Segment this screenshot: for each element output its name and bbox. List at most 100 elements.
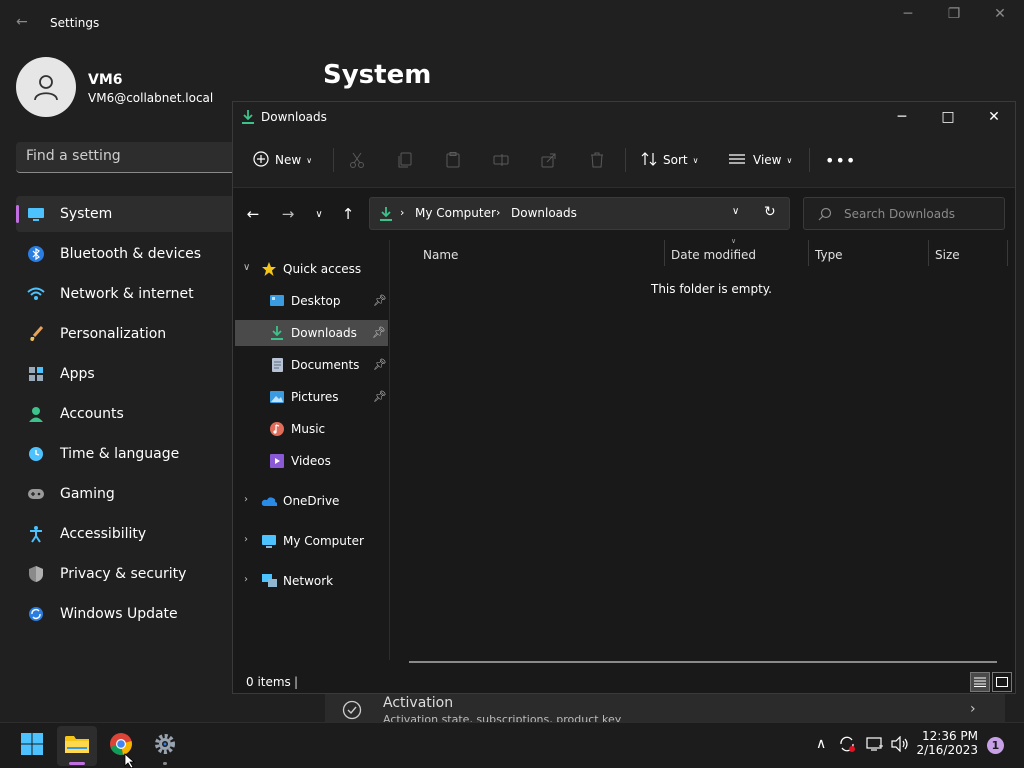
pin-icon[interactable]: 📌︎	[373, 294, 387, 307]
new-button[interactable]: New ∨	[253, 146, 312, 174]
empty-folder-message: This folder is empty.	[651, 282, 772, 296]
tree-item-desktop[interactable]: Desktop 📌︎	[269, 288, 389, 314]
nav-item-personalization[interactable]: Personalization	[16, 316, 236, 352]
pin-icon[interactable]: 📌︎	[373, 390, 387, 403]
copy-icon[interactable]	[397, 146, 413, 174]
tree-item-pictures[interactable]: Pictures 📌︎	[269, 384, 389, 410]
chevron-right-icon[interactable]: ›	[970, 701, 976, 717]
nav-item-windows-update[interactable]: Windows Update	[16, 596, 236, 632]
tree-item-documents[interactable]: Documents 📌︎	[269, 352, 389, 378]
minimize-icon[interactable]: ─	[886, 6, 930, 22]
details-view-icon[interactable]	[970, 672, 990, 692]
delete-icon[interactable]	[589, 146, 605, 174]
nav-label: Windows Update	[60, 606, 178, 622]
tree-item-downloads[interactable]: Downloads 📌︎	[235, 320, 388, 346]
nav-label: Network & internet	[60, 286, 194, 302]
column-header-size[interactable]: Size	[935, 248, 960, 262]
nav-label: Time & language	[60, 446, 180, 462]
chevron-right-icon[interactable]: ›	[244, 494, 248, 505]
folder-icon	[64, 733, 90, 759]
notification-badge[interactable]: 1	[987, 737, 1004, 754]
breadcrumb-downloads[interactable]: Downloads	[511, 206, 577, 220]
tree-item-my-computer[interactable]: My Computer	[261, 528, 364, 554]
running-indicator	[163, 762, 167, 765]
back-arrow-icon[interactable]: ←	[16, 14, 28, 30]
share-icon[interactable]	[541, 146, 557, 174]
tree-item-onedrive[interactable]: OneDrive	[261, 488, 339, 514]
nav-item-system[interactable]: System	[16, 196, 236, 232]
tree-item-quick-access[interactable]: Quick access	[261, 256, 361, 282]
view-button[interactable]: View ∨	[729, 146, 792, 174]
find-setting-input[interactable]: Find a setting	[16, 142, 246, 173]
nav-item-bluetooth[interactable]: Bluetooth & devices	[16, 236, 236, 272]
pin-icon[interactable]: 📌︎	[373, 358, 387, 371]
refresh-icon[interactable]: ↻	[764, 204, 776, 220]
nav-item-time-language[interactable]: Time & language	[16, 436, 236, 472]
sync-icon[interactable]	[838, 735, 856, 757]
nav-item-accessibility[interactable]: Accessibility	[16, 516, 236, 552]
rename-icon[interactable]	[493, 146, 509, 174]
explorer-toolbar: New ∨ Sort ∨ View ∨ •••	[233, 132, 1015, 188]
avatar[interactable]	[16, 57, 76, 117]
address-bar[interactable]: › My Computer › Downloads ∨ ↻	[369, 197, 790, 230]
system-clock[interactable]: 12:36 PM 2/16/2023	[916, 729, 978, 757]
minimize-icon[interactable]: ─	[879, 102, 925, 132]
tree-label: OneDrive	[283, 494, 340, 508]
close-icon[interactable]: ✕	[978, 6, 1022, 22]
tree-item-music[interactable]: Music	[269, 416, 389, 442]
nav-label: Accessibility	[60, 526, 147, 542]
back-arrow-icon[interactable]: ←	[239, 200, 267, 228]
taskbar-file-explorer[interactable]	[57, 726, 97, 766]
nav-item-gaming[interactable]: Gaming	[16, 476, 236, 512]
sort-indicator-icon: ∨	[731, 237, 737, 245]
search-downloads-input[interactable]: Search Downloads	[803, 197, 1005, 230]
nav-item-network[interactable]: Network & internet	[16, 276, 236, 312]
nav-item-accounts[interactable]: Accounts	[16, 396, 236, 432]
cut-icon[interactable]	[349, 146, 365, 174]
activation-check-icon	[342, 700, 362, 724]
network-status-icon[interactable]	[866, 736, 884, 756]
tree-item-videos[interactable]: Videos	[269, 448, 389, 474]
nav-label: Accounts	[60, 406, 124, 422]
column-header-name[interactable]: Name	[423, 248, 458, 262]
volume-icon[interactable]	[891, 735, 909, 756]
update-icon	[27, 605, 45, 623]
column-header-type[interactable]: Type	[815, 248, 843, 262]
chevron-down-icon: ∨	[306, 155, 313, 165]
nav-label: Gaming	[60, 486, 115, 502]
tree-item-network[interactable]: Network	[261, 568, 333, 594]
start-button[interactable]	[12, 726, 52, 766]
column-separator	[664, 240, 665, 266]
up-arrow-icon[interactable]: ↑	[334, 200, 362, 228]
taskbar-settings[interactable]	[145, 726, 185, 766]
plus-circle-icon	[253, 150, 269, 170]
sort-button[interactable]: Sort ∨	[641, 146, 698, 174]
nav-item-apps[interactable]: Apps	[16, 356, 236, 392]
paste-icon[interactable]	[445, 146, 461, 174]
horizontal-scrollbar[interactable]	[409, 661, 997, 663]
sort-label: Sort	[663, 153, 688, 167]
breadcrumb-separator-icon: ›	[400, 206, 405, 219]
search-placeholder: Search Downloads	[844, 207, 955, 221]
chevron-down-icon[interactable]: ∨	[243, 262, 250, 273]
explorer-titlebar[interactable]: Downloads ─ □ ✕	[233, 102, 1015, 132]
nav-item-privacy[interactable]: Privacy & security	[16, 556, 236, 592]
chevron-right-icon[interactable]: ›	[244, 574, 248, 585]
forward-arrow-icon[interactable]: →	[274, 200, 302, 228]
show-hidden-icons-chevron-icon[interactable]: ∧	[816, 736, 826, 752]
shield-icon	[27, 565, 45, 583]
restore-icon[interactable]: ❐	[932, 6, 976, 22]
pin-icon[interactable]: 📌︎	[372, 326, 386, 339]
close-icon[interactable]: ✕	[971, 102, 1017, 132]
mouse-cursor-icon	[124, 753, 136, 768]
tiles-view-icon[interactable]	[992, 672, 1012, 692]
column-header-date-modified[interactable]: Date modified	[671, 248, 756, 262]
activation-label: Activation	[383, 695, 454, 711]
more-options-icon[interactable]: •••	[825, 146, 856, 174]
chevron-right-icon[interactable]: ›	[244, 534, 248, 545]
toolbar-separator	[333, 148, 334, 172]
address-dropdown-icon[interactable]: ∨	[732, 206, 739, 217]
breadcrumb-my-computer[interactable]: My Computer	[415, 206, 496, 220]
maximize-icon[interactable]: □	[925, 102, 971, 132]
recent-locations-chevron-icon[interactable]: ∨	[305, 200, 333, 228]
